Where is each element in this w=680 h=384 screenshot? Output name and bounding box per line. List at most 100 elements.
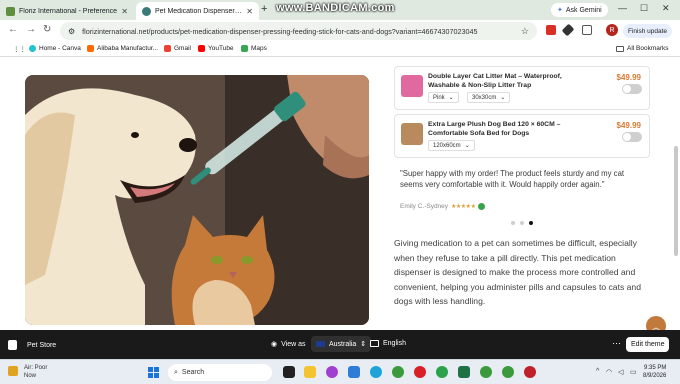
site-info-icon[interactable]: ⚙ [68, 27, 75, 36]
extensions-puzzle-icon[interactable] [582, 25, 592, 35]
ask-gemini-button[interactable]: ✦ Ask Gemini [551, 3, 608, 17]
task-view-icon[interactable] [283, 366, 295, 378]
close-tab-icon[interactable]: ✕ [121, 7, 128, 16]
size-select[interactable]: 120x60cm ⌄ [428, 140, 475, 151]
add-upsell-toggle[interactable] [622, 132, 642, 142]
download-extension-icon[interactable] [546, 25, 556, 35]
chrome-icon[interactable] [392, 366, 404, 378]
taskbar-search[interactable]: ⌕ Search [168, 364, 272, 381]
language-icon [370, 340, 379, 347]
taskbar-clock[interactable]: 9:35 PM 8/9/2026 [643, 364, 666, 380]
product-image-dog-cat-syringe[interactable] [25, 75, 369, 325]
canva-icon [29, 45, 36, 52]
folder-icon [616, 45, 624, 52]
upsell-product-name[interactable]: Extra Large Plush Dog Bed 120 × 60CM – C… [428, 121, 578, 138]
upsell-product-price: $49.99 [616, 121, 641, 130]
windows-start-icon[interactable] [148, 367, 159, 378]
eyedropper-extension-icon[interactable] [561, 23, 575, 37]
tray-overflow-icon[interactable]: ^ [596, 368, 599, 375]
bookmark-youtube[interactable]: YouTube [198, 45, 234, 52]
bookmark-label: Alibaba Manufactur... [97, 45, 159, 52]
copilot-icon[interactable] [326, 366, 338, 378]
weather-status: Air: Poor [24, 365, 48, 371]
forward-arrow-icon[interactable]: → [26, 24, 36, 35]
store-label: Pet Store [8, 340, 56, 350]
bookmark-maps[interactable]: Maps [241, 45, 267, 52]
all-bookmarks[interactable]: All Bookmarks [616, 45, 669, 52]
close-tab-icon[interactable]: ✕ [246, 7, 253, 16]
reload-icon[interactable]: ↻ [43, 24, 51, 35]
upsell-card-litter-mat[interactable]: Double Layer Cat Litter Mat – Waterproof… [394, 66, 650, 110]
browser-tab-pet-medication[interactable]: Pet Medication Dispenser – Eas ✕ [136, 2, 259, 20]
browser-tab-floriz[interactable]: Floriz International - Preference ✕ [0, 2, 134, 20]
shopify-bag-icon [8, 340, 17, 350]
edit-theme-button[interactable]: Edit theme [626, 337, 670, 352]
add-upsell-toggle[interactable] [622, 84, 642, 94]
youtube-icon [198, 45, 205, 52]
upsell-product-price: $49.99 [616, 73, 641, 82]
upsell-card-dog-bed[interactable]: Extra Large Plush Dog Bed 120 × 60CM – C… [394, 114, 650, 158]
weather-widget[interactable]: Air: Poor Now [24, 364, 47, 380]
bookmark-label: Gmail [174, 45, 191, 52]
page-scrollbar[interactable] [674, 146, 678, 256]
chrome-active-icon[interactable] [480, 366, 492, 378]
review-attribution: Emily C.-Sydney ★★★★★ [400, 203, 486, 210]
country-select[interactable]: Australia ⇕ [311, 336, 372, 352]
view-as-label: ◉ View as [271, 340, 306, 349]
chevron-down-icon: ⌄ [464, 143, 470, 149]
bookmarks-bar: ⋮⋮ Home - Canva Alibaba Manufactur... Gm… [0, 42, 680, 57]
apps-grid-icon[interactable]: ⋮⋮ [13, 45, 26, 53]
edge-browser-icon[interactable] [370, 366, 382, 378]
maximize-icon[interactable]: ☐ [640, 3, 648, 14]
back-arrow-icon[interactable]: ← [8, 24, 18, 35]
chevron-up-icon: ︿ [651, 321, 661, 331]
bookmark-canva[interactable]: Home - Canva [29, 45, 81, 52]
finish-update-button[interactable]: Finish update [623, 24, 673, 38]
color-select[interactable]: Pink ⌄ [428, 92, 459, 103]
bookmark-star-icon[interactable]: ☆ [521, 26, 529, 37]
bookmark-label: Maps [251, 45, 267, 52]
chrome-profile-icon[interactable] [436, 366, 448, 378]
address-bar[interactable]: ⚙ florizinternational.net/products/pet-m… [60, 22, 537, 40]
select-value: 30x30cm [472, 94, 497, 101]
all-bookmarks-label: All Bookmarks [627, 45, 669, 52]
scroll-to-top-button[interactable]: ︿ [646, 316, 666, 330]
more-options-icon[interactable]: ⋯ [612, 338, 621, 349]
battery-icon[interactable]: ▭ [630, 368, 637, 376]
star-rating: ★★★★★ [451, 204, 476, 210]
reviewer-name: Emily C.-Sydney [400, 203, 449, 210]
bandicam-icon[interactable] [524, 366, 536, 378]
tab-title: Pet Medication Dispenser – Eas [155, 7, 243, 15]
select-value: 120x60cm [433, 142, 461, 149]
new-tab-icon[interactable]: + [261, 3, 267, 15]
excel-icon[interactable] [458, 366, 470, 378]
dog-bed-thumbnail [401, 123, 423, 145]
chrome-window-icon[interactable] [502, 366, 514, 378]
opera-icon[interactable] [414, 366, 426, 378]
bookmark-alibaba[interactable]: Alibaba Manufactur... [87, 45, 158, 52]
recording-watermark: www.BANDICAM.com [276, 2, 395, 14]
url-text[interactable]: florizinternational.net/products/pet-med… [82, 27, 521, 36]
bookmark-label: Home - Canva [39, 45, 81, 52]
profile-avatar[interactable]: R [606, 24, 618, 36]
size-select[interactable]: 30x30cm ⌄ [467, 92, 511, 103]
wifi-icon[interactable]: ◠ [606, 368, 612, 376]
maps-icon [241, 45, 248, 52]
store-app-icon[interactable] [348, 366, 360, 378]
minimize-icon[interactable]: — [618, 3, 627, 13]
litter-mat-thumbnail [401, 75, 423, 97]
product-page: Double Layer Cat Litter Mat – Waterproof… [0, 58, 680, 330]
volume-icon[interactable]: ◁ [618, 368, 623, 376]
carousel-dot[interactable] [511, 221, 515, 225]
close-window-icon[interactable]: ✕ [662, 3, 670, 14]
review-carousel-dots [511, 221, 533, 225]
tab-title: Floriz International - Preference [19, 7, 118, 15]
file-explorer-icon[interactable] [304, 366, 316, 378]
gmail-icon [164, 45, 171, 52]
language-select[interactable]: English [370, 340, 406, 347]
carousel-dot-active[interactable] [529, 221, 533, 225]
bookmark-gmail[interactable]: Gmail [164, 45, 191, 52]
upsell-product-name[interactable]: Double Layer Cat Litter Mat – Waterproof… [428, 73, 578, 90]
carousel-dot[interactable] [520, 221, 524, 225]
gemini-sparkle-icon: ✦ [557, 7, 563, 14]
